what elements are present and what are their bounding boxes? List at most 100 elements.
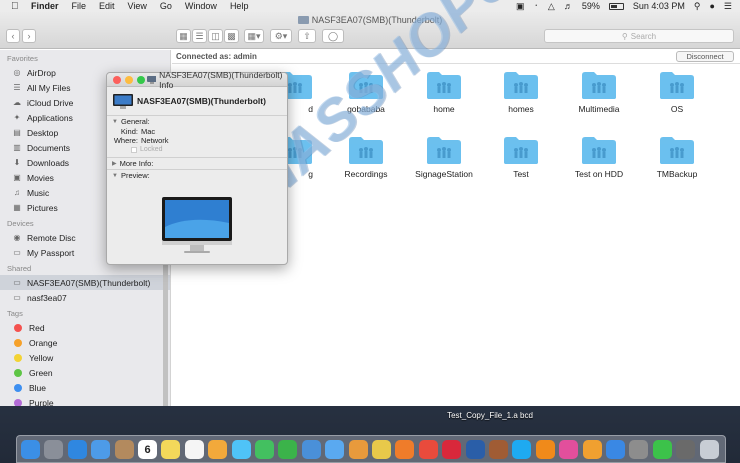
tag-yellow[interactable]: Yellow (0, 350, 170, 365)
notification-center-icon[interactable]: ☰ (724, 1, 732, 12)
window-title-text: NASF3EA07(SMB)(Thunderbolt) (311, 15, 443, 25)
tags-button[interactable]: ◯ (322, 29, 344, 43)
folder-item[interactable]: homes (482, 70, 560, 114)
keynote-icon[interactable] (301, 440, 321, 459)
list-view-button[interactable]: ☰ (192, 29, 207, 43)
menu-file[interactable]: File (72, 1, 87, 11)
calendar-icon[interactable]: 6 (138, 440, 157, 459)
folder-item[interactable]: home (405, 70, 483, 114)
books-icon[interactable] (582, 440, 602, 459)
menu-window[interactable]: Window (185, 1, 217, 11)
preview-imac-image (162, 197, 232, 253)
close-button[interactable] (113, 76, 121, 84)
cover-flow-button[interactable]: ▩ (224, 29, 239, 43)
mail-icon[interactable] (91, 440, 111, 459)
menu-finder[interactable]: Finder (31, 1, 59, 11)
folder-item[interactable]: gobababa (327, 70, 405, 114)
wifi-icon[interactable]: △ (548, 1, 555, 12)
tags-header: Tags (7, 309, 23, 318)
app-store-icon[interactable] (325, 440, 345, 459)
messages-icon[interactable] (231, 440, 251, 459)
general-toggle[interactable]: ▼ General: (107, 116, 287, 127)
launchpad-icon[interactable] (44, 440, 64, 459)
numbers-icon[interactable] (278, 440, 298, 459)
monitor-icon (147, 75, 157, 84)
files-icon: ☰ (13, 83, 21, 92)
movies-icon: ▣ (13, 173, 21, 182)
arrange-button[interactable]: ▦▾ (244, 29, 264, 43)
tag-blue[interactable]: Blue (0, 380, 170, 395)
itunes-icon[interactable] (559, 440, 579, 459)
trash-icon[interactable] (699, 440, 719, 459)
folder-item[interactable]: TMBackup (638, 135, 716, 179)
skype-icon[interactable] (512, 440, 532, 459)
system-preferences-icon[interactable] (629, 440, 649, 459)
preview-section: ▼ Preview: (107, 169, 287, 253)
vlc-icon[interactable] (535, 440, 555, 459)
folder-label: Recordings (344, 169, 388, 179)
disconnect-button[interactable]: Disconnect (676, 51, 734, 62)
firefox-icon[interactable] (395, 440, 415, 459)
finder-icon[interactable] (21, 440, 40, 459)
status-area: ▣ ᛫ △ ♬ 59% Sun 4:03 PM ⚲ ● ☰ (516, 0, 732, 12)
reminders-icon[interactable] (184, 440, 204, 459)
grid-icon[interactable] (676, 440, 696, 459)
folder-item[interactable]: OS (638, 70, 716, 114)
shared-folder-icon (560, 135, 638, 165)
notes-icon[interactable] (161, 440, 181, 459)
apple-icon[interactable]:  (11, 1, 25, 12)
folder-item[interactable]: Test on HDD (560, 135, 638, 179)
menu-go[interactable]: Go (160, 1, 172, 11)
menu-edit[interactable]: Edit (99, 1, 115, 11)
column-view-button[interactable]: ◫ (208, 29, 223, 43)
clock[interactable]: Sun 4:03 PM (633, 1, 685, 11)
bluetooth-icon[interactable]: ᛫ (534, 1, 539, 11)
safari-icon[interactable] (67, 440, 87, 459)
folder-label: Multimedia (578, 104, 620, 114)
user-icon[interactable]: ● (709, 1, 714, 11)
back-button[interactable]: ‹ (6, 29, 20, 43)
folder-item[interactable]: SignageStation (405, 135, 483, 179)
tag-green[interactable]: Green (0, 365, 170, 380)
search-input[interactable]: ⚲ Search (544, 29, 734, 43)
preview-toggle[interactable]: ▼ Preview: (107, 170, 287, 181)
kind-label: Kind: (120, 127, 138, 136)
chrome-icon[interactable] (418, 440, 438, 459)
desktop-file-label[interactable]: Test_Copy_File_1.a bcd (446, 411, 534, 421)
screen-mirror-icon[interactable]: ▣ (516, 1, 525, 12)
folder-item[interactable]: Test (482, 135, 560, 179)
locked-checkbox[interactable]: Locked (131, 145, 287, 154)
nuke-icon[interactable] (372, 440, 391, 459)
menu-view[interactable]: View (128, 1, 147, 11)
connection-bar: Connected as: admin Disconnect (172, 50, 740, 64)
appstore2-icon[interactable] (606, 440, 625, 459)
folder-item[interactable]: Recordings (327, 135, 405, 179)
forward-button[interactable]: › (22, 29, 36, 43)
share-button[interactable]: ⇧ (298, 29, 316, 43)
tag-purple[interactable]: Purple (0, 395, 170, 406)
game-icon[interactable] (489, 440, 508, 459)
minimize-button[interactable] (125, 76, 133, 84)
opera-icon[interactable] (442, 440, 462, 459)
contacts-icon[interactable] (114, 440, 134, 459)
tag-orange[interactable]: Orange (0, 335, 170, 350)
menu-help[interactable]: Help (230, 1, 249, 11)
battery-percent[interactable]: 59% (582, 1, 600, 11)
battery-icon[interactable] (608, 2, 624, 10)
zoom-button[interactable] (137, 76, 145, 84)
facetime-icon[interactable] (255, 440, 274, 459)
volume-icon[interactable]: ♬ (564, 1, 573, 11)
action-gear-button[interactable]: ⚙▾ (270, 29, 292, 43)
tag-red[interactable]: Red (0, 320, 170, 335)
icon-view-button[interactable]: ▦ (176, 29, 191, 43)
spotlight-icon[interactable]: ⚲ (694, 1, 701, 12)
line-icon[interactable] (652, 440, 672, 459)
sourcetree-icon[interactable] (465, 440, 485, 459)
photos-icon[interactable] (208, 440, 228, 459)
sidebar-item-nasf3ea07[interactable]: ▭ nasf3ea07 (0, 290, 170, 305)
sidebar-item-nasf3ea07-smb-thunderbolt-[interactable]: ▭ NASF3EA07(SMB)(Thunderbolt) (0, 275, 170, 290)
info-title-bar[interactable]: NASF3EA07(SMB)(Thunderbolt) Info (107, 70, 287, 90)
more-info-toggle[interactable]: ▶ More Info: (107, 158, 287, 169)
ibooks-icon[interactable] (348, 440, 368, 459)
folder-item[interactable]: Multimedia (560, 70, 638, 114)
